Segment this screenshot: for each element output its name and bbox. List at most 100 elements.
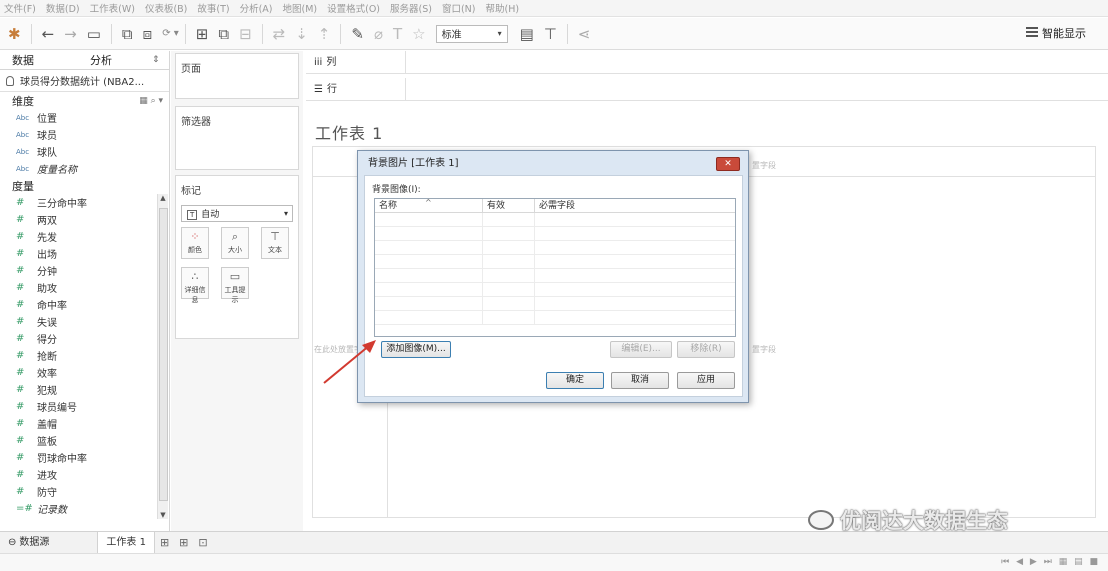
list-view-icon[interactable]: ▤ bbox=[1074, 557, 1085, 567]
fit-select[interactable]: 标准 ▾ bbox=[435, 24, 508, 43]
measure-item[interactable]: # 球员编号 bbox=[0, 398, 169, 415]
datasource-menu-icon[interactable]: ⧈ bbox=[143, 25, 153, 43]
menu-file[interactable]: 文件(F) bbox=[4, 1, 36, 15]
menu-dashboard[interactable]: 仪表板(B) bbox=[145, 1, 187, 15]
measure-item[interactable]: # 出场 bbox=[0, 245, 169, 262]
tableau-logo-icon[interactable]: ✱ bbox=[8, 25, 21, 43]
save-icon[interactable]: ▭ bbox=[87, 25, 101, 43]
menu-story[interactable]: 故事(T) bbox=[197, 1, 229, 15]
mark-type-select[interactable]: T 自动 ▾ bbox=[181, 205, 293, 222]
measure-item[interactable]: # 进攻 bbox=[0, 466, 169, 483]
dimension-item[interactable]: Abc 度量名称 bbox=[0, 160, 169, 177]
view-search-icon[interactable]: ▦ ⌕ ▾ bbox=[139, 96, 163, 106]
filters-card[interactable]: 筛选器 bbox=[175, 106, 299, 170]
text-button[interactable]: ⊤ 文本 bbox=[261, 227, 289, 259]
measure-item[interactable]: # 两双 bbox=[0, 211, 169, 228]
sheet-tab[interactable]: 工作表 1 bbox=[97, 531, 155, 554]
measure-item[interactable]: # 三分命中率 bbox=[0, 194, 169, 211]
size-button[interactable]: ⌕ 大小 bbox=[221, 227, 249, 259]
back-arrow-icon[interactable]: ← bbox=[42, 25, 55, 43]
sheet-title[interactable]: 工作表 1 bbox=[315, 120, 383, 144]
tooltip-button[interactable]: ▭ 工具提示 bbox=[221, 267, 249, 304]
smart-show-button[interactable]: 智能显示 bbox=[1026, 25, 1086, 41]
measure-item[interactable]: # 得分 bbox=[0, 330, 169, 347]
nav-prev-icon[interactable]: ◀ bbox=[1016, 557, 1025, 567]
new-worksheet-icon[interactable]: ⊞ bbox=[160, 536, 169, 549]
measure-item[interactable]: # 助攻 bbox=[0, 279, 169, 296]
menu-server[interactable]: 服务器(S) bbox=[390, 1, 432, 15]
column-header-required[interactable]: 必需字段 bbox=[535, 199, 735, 212]
sort-descending-icon[interactable]: ⇡ bbox=[318, 25, 331, 43]
close-icon[interactable]: ✕ bbox=[716, 157, 740, 171]
scroll-up-icon[interactable]: ▲ bbox=[158, 194, 168, 202]
measure-item[interactable]: # 失误 bbox=[0, 313, 169, 330]
presentation-icon[interactable]: ⊤ bbox=[544, 25, 557, 43]
new-datasource-icon[interactable]: ⧉ bbox=[122, 25, 133, 43]
menu-window[interactable]: 窗口(N) bbox=[442, 1, 476, 15]
pin-icon[interactable]: ☆ bbox=[412, 25, 425, 43]
measure-item[interactable]: # 命中率 bbox=[0, 296, 169, 313]
tab-data[interactable]: 数据 bbox=[0, 51, 80, 69]
rows-shelf[interactable]: ☰ 行 bbox=[306, 78, 1108, 101]
dialog-title-bar[interactable]: 背景图片 [工作表 1] ✕ bbox=[358, 151, 748, 175]
detail-button[interactable]: ∴ 详细信息 bbox=[181, 267, 209, 304]
column-header-name[interactable]: 名称 ^ bbox=[375, 198, 483, 212]
dimension-item[interactable]: Abc 球员 bbox=[0, 126, 169, 143]
measure-item[interactable]: # 防守 bbox=[0, 483, 169, 500]
edit-button[interactable]: 编辑(E)... bbox=[610, 341, 672, 358]
menu-format[interactable]: 设置格式(O) bbox=[327, 1, 380, 15]
measure-item[interactable]: # 抢断 bbox=[0, 347, 169, 364]
ok-button[interactable]: 确定 bbox=[546, 372, 604, 389]
grid-view-icon[interactable]: ▦ bbox=[1059, 557, 1070, 567]
measure-item[interactable]: # 先发 bbox=[0, 228, 169, 245]
scroll-down-icon[interactable]: ▼ bbox=[158, 511, 168, 519]
refresh-icon[interactable]: ⟳ ▾ bbox=[162, 28, 179, 39]
dimension-item[interactable]: Abc 球队 bbox=[0, 143, 169, 160]
measure-item[interactable]: # 篮板 bbox=[0, 432, 169, 449]
tab-analysis[interactable]: 分析 bbox=[80, 51, 140, 69]
nav-next-icon[interactable]: ▶ bbox=[1030, 557, 1039, 567]
nav-last-icon[interactable]: ⏭ bbox=[1044, 557, 1054, 567]
duplicate-sheet-icon[interactable]: ⧉ bbox=[218, 25, 229, 43]
color-button[interactable]: ⁘ 颜色 bbox=[181, 227, 209, 259]
share-icon[interactable]: ⋖ bbox=[578, 25, 591, 43]
menu-map[interactable]: 地图(M) bbox=[283, 1, 318, 15]
new-story-icon[interactable]: ⊡ bbox=[198, 536, 207, 549]
menu-worksheet[interactable]: 工作表(W) bbox=[90, 1, 135, 15]
datasource-tab[interactable]: ⊖ 数据源 bbox=[0, 532, 57, 554]
pane-menu-icon[interactable]: ⇕ bbox=[140, 51, 160, 69]
add-image-button[interactable]: 添加图像(M)... bbox=[381, 341, 451, 358]
menu-analysis[interactable]: 分析(A) bbox=[240, 1, 273, 15]
images-list[interactable]: 名称 ^ 有效 必需字段 bbox=[374, 198, 736, 337]
pages-card[interactable]: 页面 bbox=[175, 53, 299, 99]
measure-item[interactable]: # 盖帽 bbox=[0, 415, 169, 432]
cancel-button[interactable]: 取消 bbox=[611, 372, 669, 389]
apply-button[interactable]: 应用 bbox=[677, 372, 735, 389]
sheet-navigation[interactable]: ⏮ ◀ ▶ ⏭ ▦ ▤ ■ bbox=[1001, 557, 1100, 567]
filmstrip-view-icon[interactable]: ■ bbox=[1089, 557, 1100, 567]
menu-data[interactable]: 数据(D) bbox=[46, 1, 80, 15]
swap-icon[interactable]: ⇄ bbox=[273, 25, 286, 43]
measures-scrollbar[interactable]: ▲ ▼ bbox=[157, 194, 168, 519]
new-sheet-icon[interactable]: ⊞ bbox=[196, 25, 209, 43]
measure-item[interactable]: # 罚球命中率 bbox=[0, 449, 169, 466]
measure-item[interactable]: =# 记录数 bbox=[0, 500, 169, 517]
remove-button[interactable]: 移除(R) bbox=[677, 341, 735, 358]
label-icon[interactable]: T bbox=[393, 25, 402, 43]
datasource-item[interactable]: 球员得分数据统计 (NBA2... bbox=[0, 70, 169, 92]
group-icon[interactable]: ⌀ bbox=[374, 25, 383, 43]
scroll-thumb[interactable] bbox=[159, 208, 168, 501]
forward-arrow-icon[interactable]: → bbox=[64, 25, 77, 43]
measure-item[interactable]: # 分钟 bbox=[0, 262, 169, 279]
highlight-icon[interactable]: ✎ bbox=[351, 25, 364, 43]
menu-help[interactable]: 帮助(H) bbox=[486, 1, 520, 15]
measure-item[interactable]: # 效率 bbox=[0, 364, 169, 381]
new-dashboard-icon[interactable]: ⊞ bbox=[179, 536, 188, 549]
sort-ascending-icon[interactable]: ⇣ bbox=[295, 25, 308, 43]
show-cards-icon[interactable]: ▤ bbox=[520, 25, 534, 43]
measure-item[interactable]: # 犯规 bbox=[0, 381, 169, 398]
dimension-item[interactable]: Abc 位置 bbox=[0, 109, 169, 126]
clear-sheet-icon[interactable]: ⊟ bbox=[239, 25, 252, 43]
columns-shelf[interactable]: iii 列 bbox=[306, 51, 1108, 74]
column-header-enabled[interactable]: 有效 bbox=[483, 199, 535, 212]
